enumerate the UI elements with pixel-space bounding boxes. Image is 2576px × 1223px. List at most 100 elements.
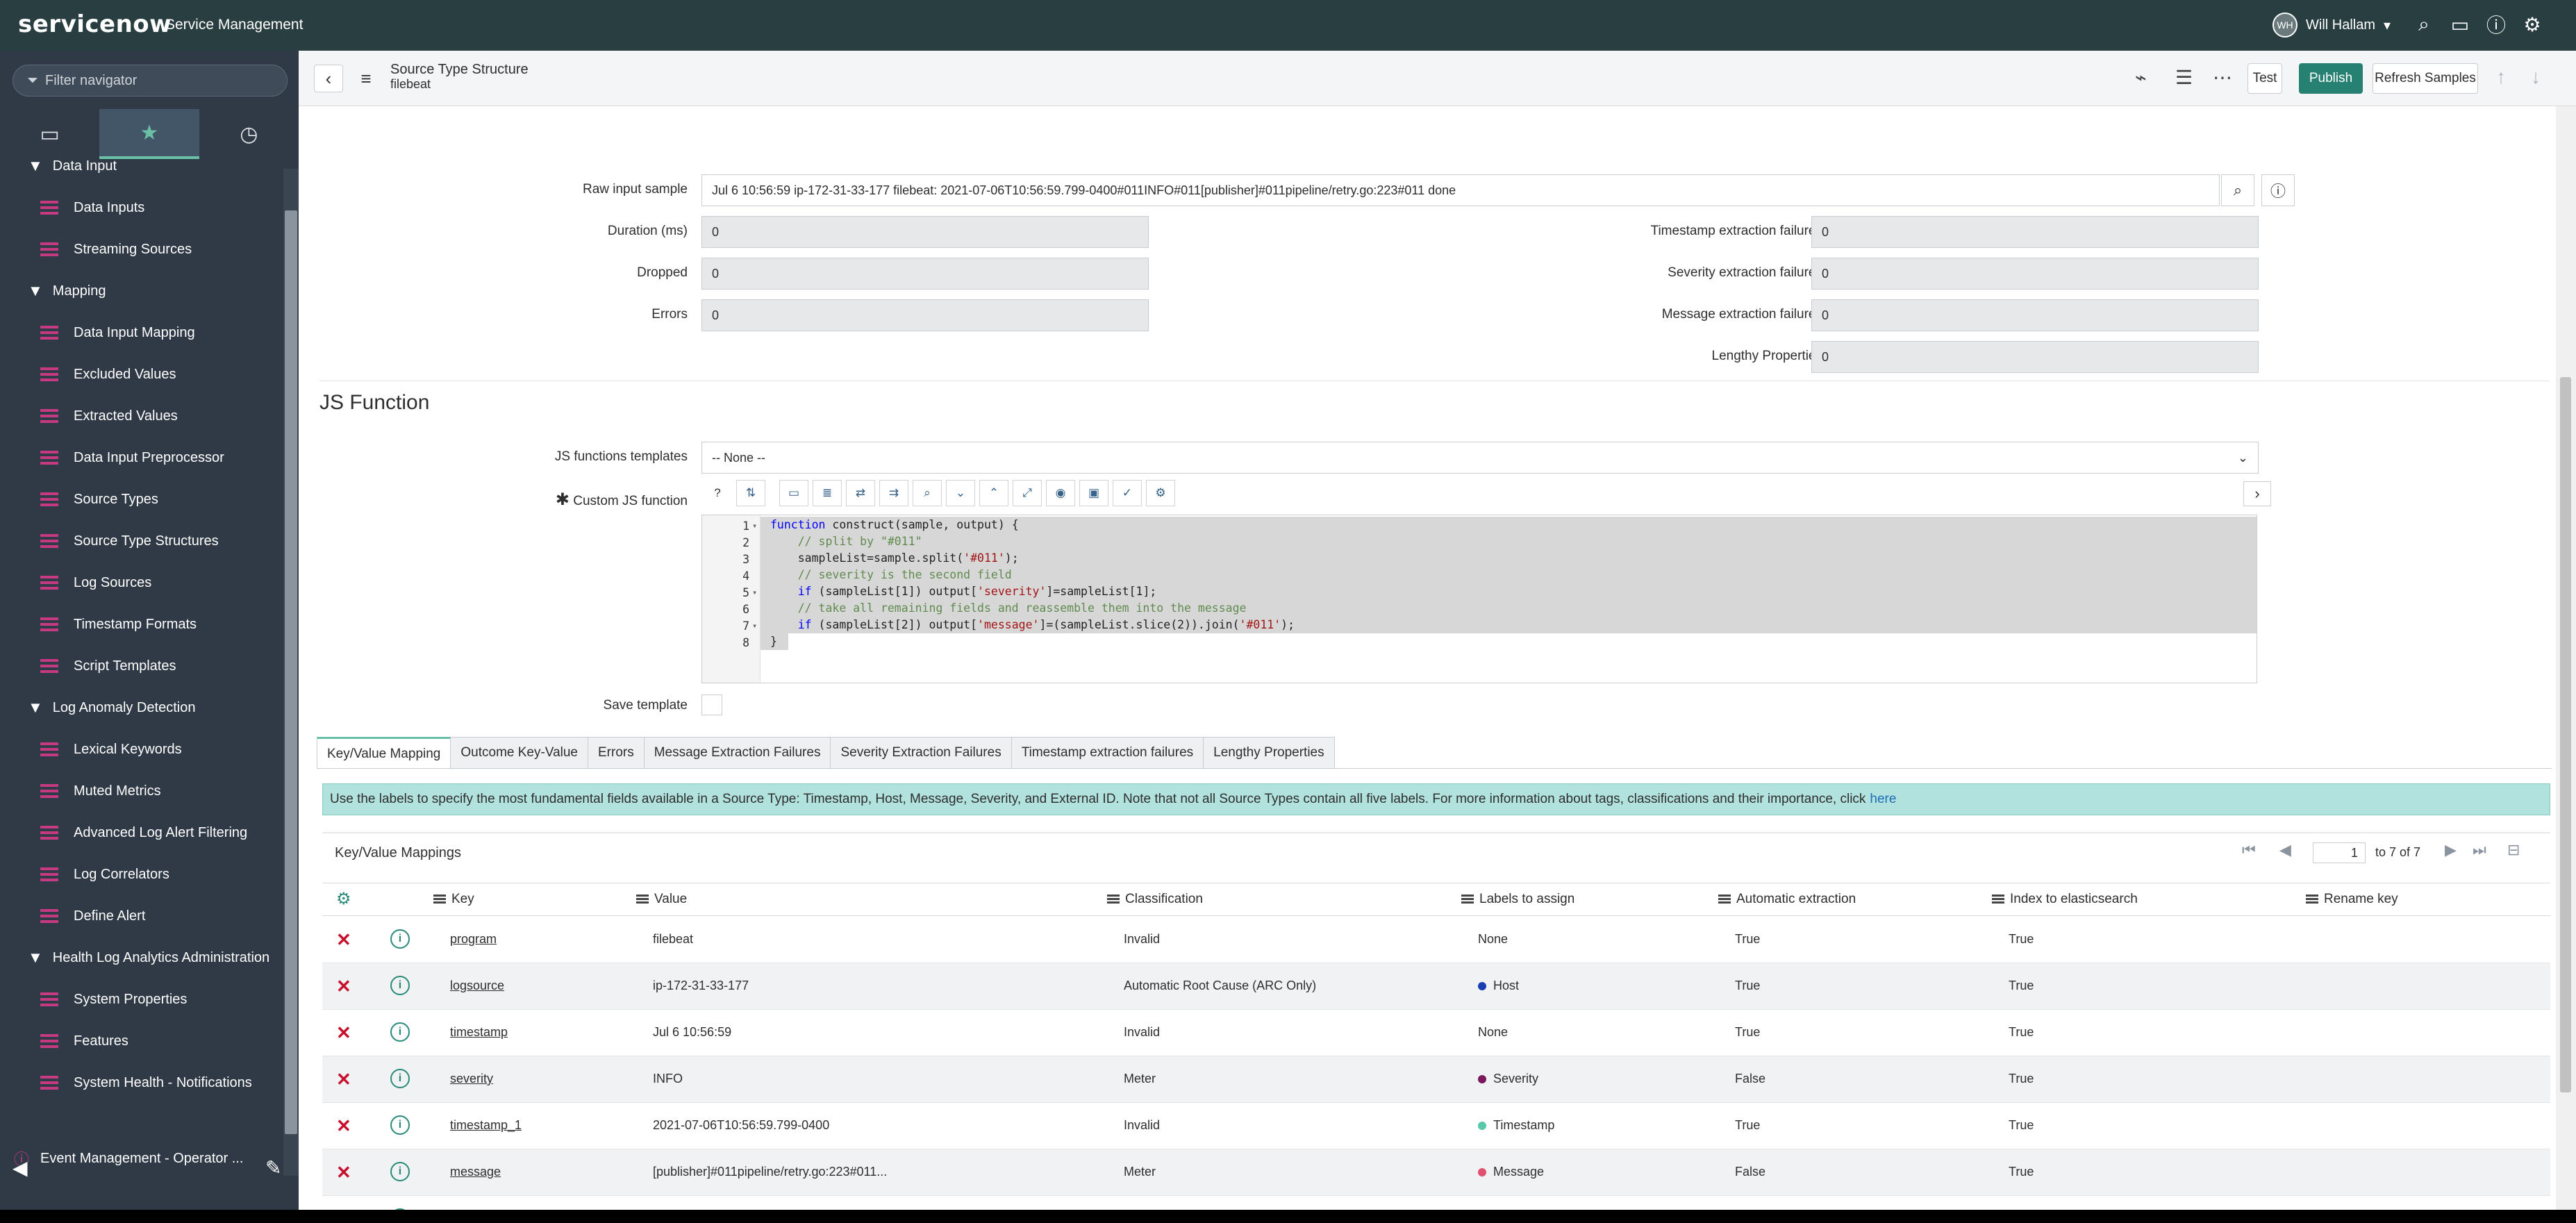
replace-icon[interactable]: ⇄ <box>846 480 875 506</box>
first-page-icon[interactable]: ⏮ <box>2242 841 2256 859</box>
code-line[interactable]: if (sampleList[2]) output['message']=(sa… <box>761 617 2257 633</box>
delete-icon[interactable]: ✕ <box>336 1115 351 1137</box>
nav-section[interactable]: ▼ Data Input <box>0 145 283 187</box>
fold-icon[interactable]: ▾ <box>752 621 757 631</box>
info-icon[interactable]: i <box>390 1162 410 1181</box>
publish-button[interactable]: Publish <box>2299 63 2363 94</box>
globe-icon[interactable]: ◉ <box>1046 480 1075 506</box>
raw-input-field[interactable]: Jul 6 10:56:59 ip-172-31-33-177 filebeat… <box>701 174 2220 206</box>
nav-item-event-management[interactable]: ⓘ Event Management - Operator ... <box>0 1138 283 1179</box>
key-cell[interactable]: timestamp <box>450 1025 508 1040</box>
nav-item[interactable]: Data Input Preprocessor <box>0 437 283 479</box>
nav-item[interactable]: Lexical Keywords <box>0 729 283 770</box>
delete-icon[interactable]: ✕ <box>336 976 351 997</box>
key-cell[interactable]: severity <box>450 1072 493 1086</box>
menu-icon[interactable]: ≡ <box>351 65 381 92</box>
column-header[interactable]: Index to elasticsearch <box>1992 892 2138 907</box>
refresh-samples-button[interactable]: Refresh Samples <box>2373 63 2478 94</box>
format-icon[interactable]: ≣ <box>813 480 842 506</box>
info-icon[interactable]: i <box>390 1069 410 1088</box>
save-template-checkbox[interactable] <box>701 694 722 715</box>
column-menu-icon[interactable] <box>636 895 649 904</box>
paperclip-icon[interactable]: ⌁ <box>2135 66 2147 89</box>
code-line[interactable]: // split by "#011" <box>761 533 2257 550</box>
chevron-up-icon[interactable]: ⌃ <box>979 480 1008 506</box>
filter-navigator-input[interactable]: ⏷ Filter navigator <box>13 65 288 97</box>
comment-icon[interactable]: ▭ <box>779 480 808 506</box>
search-icon[interactable]: ⌕ <box>2413 10 2435 39</box>
code-line[interactable]: } <box>761 633 788 650</box>
settings-sliders-icon[interactable]: ☰ <box>2175 66 2193 89</box>
tab-lengthy-properties[interactable]: Lengthy Properties <box>1204 737 1335 769</box>
nav-item[interactable]: Timestamp Formats <box>0 604 283 645</box>
fold-icon[interactable]: ▾ <box>752 521 757 531</box>
nav-item[interactable]: Features <box>0 1020 283 1062</box>
user-menu[interactable]: WH Will Hallam ▾ <box>2272 13 2391 38</box>
back-button[interactable]: ‹ <box>314 65 343 92</box>
arrow-down-icon[interactable]: ↓ <box>2531 66 2541 88</box>
next-page-icon[interactable]: ▶ <box>2445 841 2457 859</box>
info-icon[interactable]: i <box>390 929 410 949</box>
column-header[interactable]: Key <box>433 892 474 907</box>
settings-icon[interactable]: ⚙ <box>1146 480 1175 506</box>
column-menu-icon[interactable] <box>1992 895 2004 904</box>
nav-item[interactable]: Script Templates <box>0 645 283 687</box>
nav-item[interactable]: Define Alert <box>0 895 283 937</box>
help-icon[interactable]: ? <box>703 480 732 506</box>
main-scrollbar[interactable] <box>2556 106 2576 1223</box>
tab-timestamp-extraction-failures[interactable]: Timestamp extraction failures <box>1011 737 1204 769</box>
column-header[interactable]: Automatic extraction <box>1718 892 1856 907</box>
delete-icon[interactable]: ✕ <box>336 1162 351 1183</box>
nav-item[interactable]: Extracted Values <box>0 395 283 437</box>
nav-scrollbar[interactable] <box>283 169 299 1176</box>
page-input[interactable]: 1 <box>2313 842 2366 863</box>
nav-item[interactable]: Data Input Mapping <box>0 312 283 353</box>
gear-icon[interactable]: ⚙ <box>336 889 351 909</box>
tab-severity-extraction-failures[interactable]: Severity Extraction Failures <box>831 737 1012 769</box>
nav-item[interactable]: Excluded Values <box>0 353 283 395</box>
gear-icon[interactable]: ⚙ <box>2521 10 2543 39</box>
replace-all-icon[interactable]: ⇉ <box>879 480 908 506</box>
code-line[interactable]: // take all remaining fields and reassem… <box>761 600 2257 617</box>
code-line[interactable]: sampleList=sample.split('#011'); <box>761 550 2257 567</box>
column-header[interactable]: Value <box>636 892 687 907</box>
column-header[interactable]: Labels to assign <box>1461 892 1574 907</box>
code-editor[interactable]: 1 ▾ 2 3 4 5 ▾ 6 7 ▾ 8 function construct(sample, o… <box>701 515 2257 683</box>
column-menu-icon[interactable] <box>1107 895 1120 904</box>
help-icon[interactable]: ⓘ <box>2485 10 2507 39</box>
collapse-icon[interactable]: ◀ <box>13 1156 28 1179</box>
prev-page-icon[interactable]: ◀ <box>2279 841 2291 859</box>
js-templates-select[interactable]: -- None -- ⌄ <box>701 442 2259 474</box>
column-menu-icon[interactable] <box>2306 895 2318 904</box>
column-menu-icon[interactable] <box>1718 895 1731 904</box>
column-menu-icon[interactable] <box>1461 895 1474 904</box>
nav-item[interactable]: Log Correlators <box>0 854 283 895</box>
code-line[interactable]: // severity is the second field <box>761 567 2257 583</box>
column-header[interactable]: Classification <box>1107 892 1203 907</box>
info-icon[interactable]: ⓘ <box>2261 174 2295 206</box>
column-header[interactable]: Rename key <box>2306 892 2398 907</box>
save-icon[interactable]: ▣ <box>1079 480 1108 506</box>
last-page-icon[interactable]: ⏭ <box>2473 841 2486 859</box>
expand-arrow-icon[interactable]: › <box>2243 481 2271 506</box>
nav-item[interactable]: Source Types <box>0 479 283 520</box>
tab-errors[interactable]: Errors <box>588 737 645 769</box>
nav-section[interactable]: ▼ Log Anomaly Detection <box>0 687 283 729</box>
nav-item[interactable]: System Properties <box>0 979 283 1020</box>
delete-icon[interactable]: ✕ <box>336 929 351 951</box>
fold-icon[interactable]: ▾ <box>752 588 757 597</box>
edit-icon[interactable]: ✎ <box>265 1156 281 1179</box>
key-cell[interactable]: timestamp_1 <box>450 1118 522 1133</box>
delete-icon[interactable]: ✕ <box>336 1022 351 1044</box>
info-icon[interactable]: i <box>390 1115 410 1135</box>
servicenow-logo[interactable]: servicenow <box>18 10 172 38</box>
nav-item[interactable]: Advanced Log Alert Filtering <box>0 812 283 854</box>
nav-item[interactable]: Log Sources <box>0 562 283 604</box>
fullscreen-icon[interactable]: ⤢ <box>1013 480 1042 506</box>
key-cell[interactable]: logsource <box>450 979 504 993</box>
tab-key-value-mapping[interactable]: Key/Value Mapping <box>317 737 451 769</box>
nav-item[interactable]: Muted Metrics <box>0 770 283 812</box>
code-line[interactable]: function construct(sample, output) { <box>761 517 2257 533</box>
collapse-list-icon[interactable]: ⊟ <box>2507 841 2520 859</box>
key-cell[interactable]: program <box>450 932 497 947</box>
